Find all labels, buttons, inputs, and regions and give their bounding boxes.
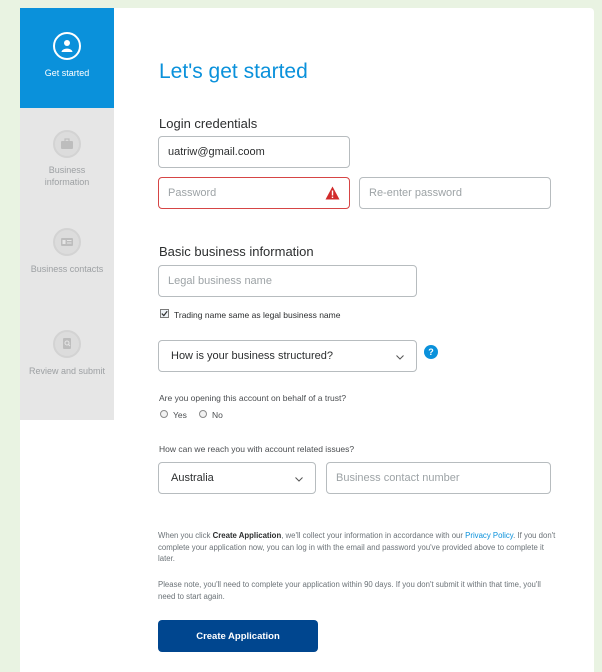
contact-card-icon xyxy=(53,228,81,256)
sidebar-step-label: Business information xyxy=(44,165,90,187)
sidebar-step-review-and-submit[interactable]: Review and submit xyxy=(20,330,114,377)
email-value: uatriw@gmail.coom xyxy=(168,146,265,158)
trading-name-checkbox[interactable] xyxy=(160,309,169,318)
sidebar-step-business-contacts[interactable]: Business contacts xyxy=(20,228,114,275)
privacy-policy-link[interactable]: Privacy Policy xyxy=(465,531,513,540)
check-icon xyxy=(161,310,168,317)
create-application-button[interactable]: Create Application xyxy=(158,620,318,652)
trust-question: Are you opening this account on behalf o… xyxy=(159,393,347,403)
warning-icon xyxy=(325,186,340,200)
reach-question: How can we reach you with account relate… xyxy=(159,444,355,454)
briefcase-icon xyxy=(53,130,81,158)
trust-no-radio[interactable] xyxy=(199,410,207,418)
country-select-value: Australia xyxy=(171,472,214,484)
trust-no-label: No xyxy=(212,410,223,420)
consent-bold: Create Application xyxy=(212,531,282,540)
consent-prefix: When you click xyxy=(158,531,213,540)
note-text: Please note, you'll need to complete you… xyxy=(158,580,541,601)
sidebar-step-get-started[interactable]: Get started xyxy=(20,8,114,108)
chevron-down-icon xyxy=(396,355,404,360)
consent-text: When you click Create Application, we'll… xyxy=(158,530,558,565)
login-credentials-heading: Login credentials xyxy=(159,116,258,131)
sidebar-step-label: Review and submit xyxy=(28,366,106,376)
user-icon xyxy=(53,32,81,60)
trust-yes-radio[interactable] xyxy=(160,410,168,418)
legal-business-name-placeholder: Legal business name xyxy=(168,275,272,287)
reenter-password-field[interactable]: Re-enter password xyxy=(359,177,551,209)
legal-business-name-field[interactable]: Legal business name xyxy=(158,265,417,297)
help-icon[interactable]: ? xyxy=(424,345,438,359)
reenter-password-placeholder: Re-enter password xyxy=(369,187,462,199)
trust-yes-label: Yes xyxy=(173,410,187,420)
review-document-icon xyxy=(53,330,81,358)
email-field[interactable]: uatriw@gmail.coom xyxy=(158,136,350,168)
sidebar-step-label: Business contacts xyxy=(30,264,104,274)
trading-name-checkbox-label: Trading name same as legal business name xyxy=(174,310,341,320)
consent-mid: , we'll collect your information in acco… xyxy=(281,531,466,540)
country-select[interactable]: Australia xyxy=(158,462,316,494)
business-contact-number-field[interactable]: Business contact number xyxy=(326,462,551,494)
sidebar-step-business-information[interactable]: Business information xyxy=(20,130,114,188)
basic-business-heading: Basic business information xyxy=(159,244,314,259)
sidebar-step-label: Get started xyxy=(44,68,90,78)
business-contact-number-placeholder: Business contact number xyxy=(336,472,460,484)
password-field[interactable]: Password xyxy=(158,177,350,209)
chevron-down-icon xyxy=(295,477,303,482)
page-title: Let's get started xyxy=(159,60,308,83)
business-structure-select[interactable]: How is your business structured? xyxy=(158,340,417,372)
business-structure-select-value: How is your business structured? xyxy=(171,350,334,362)
password-placeholder: Password xyxy=(168,187,217,199)
